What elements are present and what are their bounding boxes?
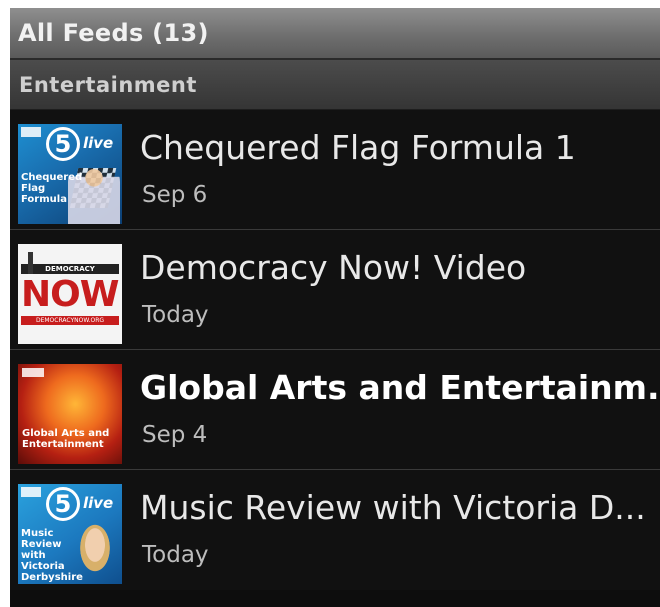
feed-title: Music Review with Victoria D... — [140, 488, 646, 527]
podcast-thumbnail: 5 live Music Review with Victoria Derbys… — [18, 484, 122, 584]
thumbnail-logo: NOW! — [21, 274, 122, 315]
thumbnail-caption: Global Arts and Entertainment — [22, 428, 110, 450]
thumbnail-caption: Chequered Flag Formula — [21, 172, 83, 205]
five-live-badge-icon: 5 — [46, 487, 80, 521]
podcast-thumbnail: DEMOCRACY NOW! DEMOCRACYNOW.ORG — [18, 244, 122, 344]
microphone-icon — [28, 252, 33, 274]
feed-title: Chequered Flag Formula 1 — [140, 128, 576, 167]
app-screen: All Feeds (13) Entertainment 5 live Cheq… — [10, 8, 660, 607]
feed-item-chequered-flag[interactable]: 5 live Chequered Flag Formula Chequered … — [10, 110, 660, 230]
feed-title: Democracy Now! Video — [140, 248, 527, 287]
section-label: Entertainment — [19, 72, 197, 97]
podcast-thumbnail: Global Arts and Entertainment — [18, 364, 122, 464]
five-live-badge-icon: 5 — [46, 127, 80, 161]
feed-list: 5 live Chequered Flag Formula Chequered … — [10, 110, 660, 590]
bbc-logo-icon — [22, 368, 44, 377]
page-title: All Feeds (13) — [18, 19, 209, 47]
feed-date: Sep 6 — [142, 182, 208, 208]
feed-item-democracy-now[interactable]: DEMOCRACY NOW! DEMOCRACYNOW.ORG Democrac… — [10, 230, 660, 350]
feed-date: Today — [142, 542, 209, 568]
feed-item-global-arts[interactable]: Global Arts and Entertainment Global Art… — [10, 350, 660, 470]
feed-title: Global Arts and Entertainm... — [140, 368, 660, 407]
live-tag: live — [83, 134, 114, 152]
live-tag: live — [83, 494, 114, 512]
feed-item-music-review[interactable]: 5 live Music Review with Victoria Derbys… — [10, 470, 660, 590]
podcast-thumbnail: 5 live Chequered Flag Formula — [18, 124, 122, 224]
title-bar: All Feeds (13) — [10, 8, 660, 60]
feed-date: Today — [142, 302, 209, 328]
feed-date: Sep 4 — [142, 422, 208, 448]
thumbnail-strip: DEMOCRACY — [21, 264, 119, 274]
section-header-entertainment[interactable]: Entertainment — [10, 60, 660, 110]
bbc-logo-icon — [21, 487, 41, 497]
thumbnail-url: DEMOCRACYNOW.ORG — [21, 316, 119, 325]
thumbnail-caption: Music Review with Victoria Derbyshire — [21, 528, 83, 583]
bbc-logo-icon — [21, 127, 41, 137]
